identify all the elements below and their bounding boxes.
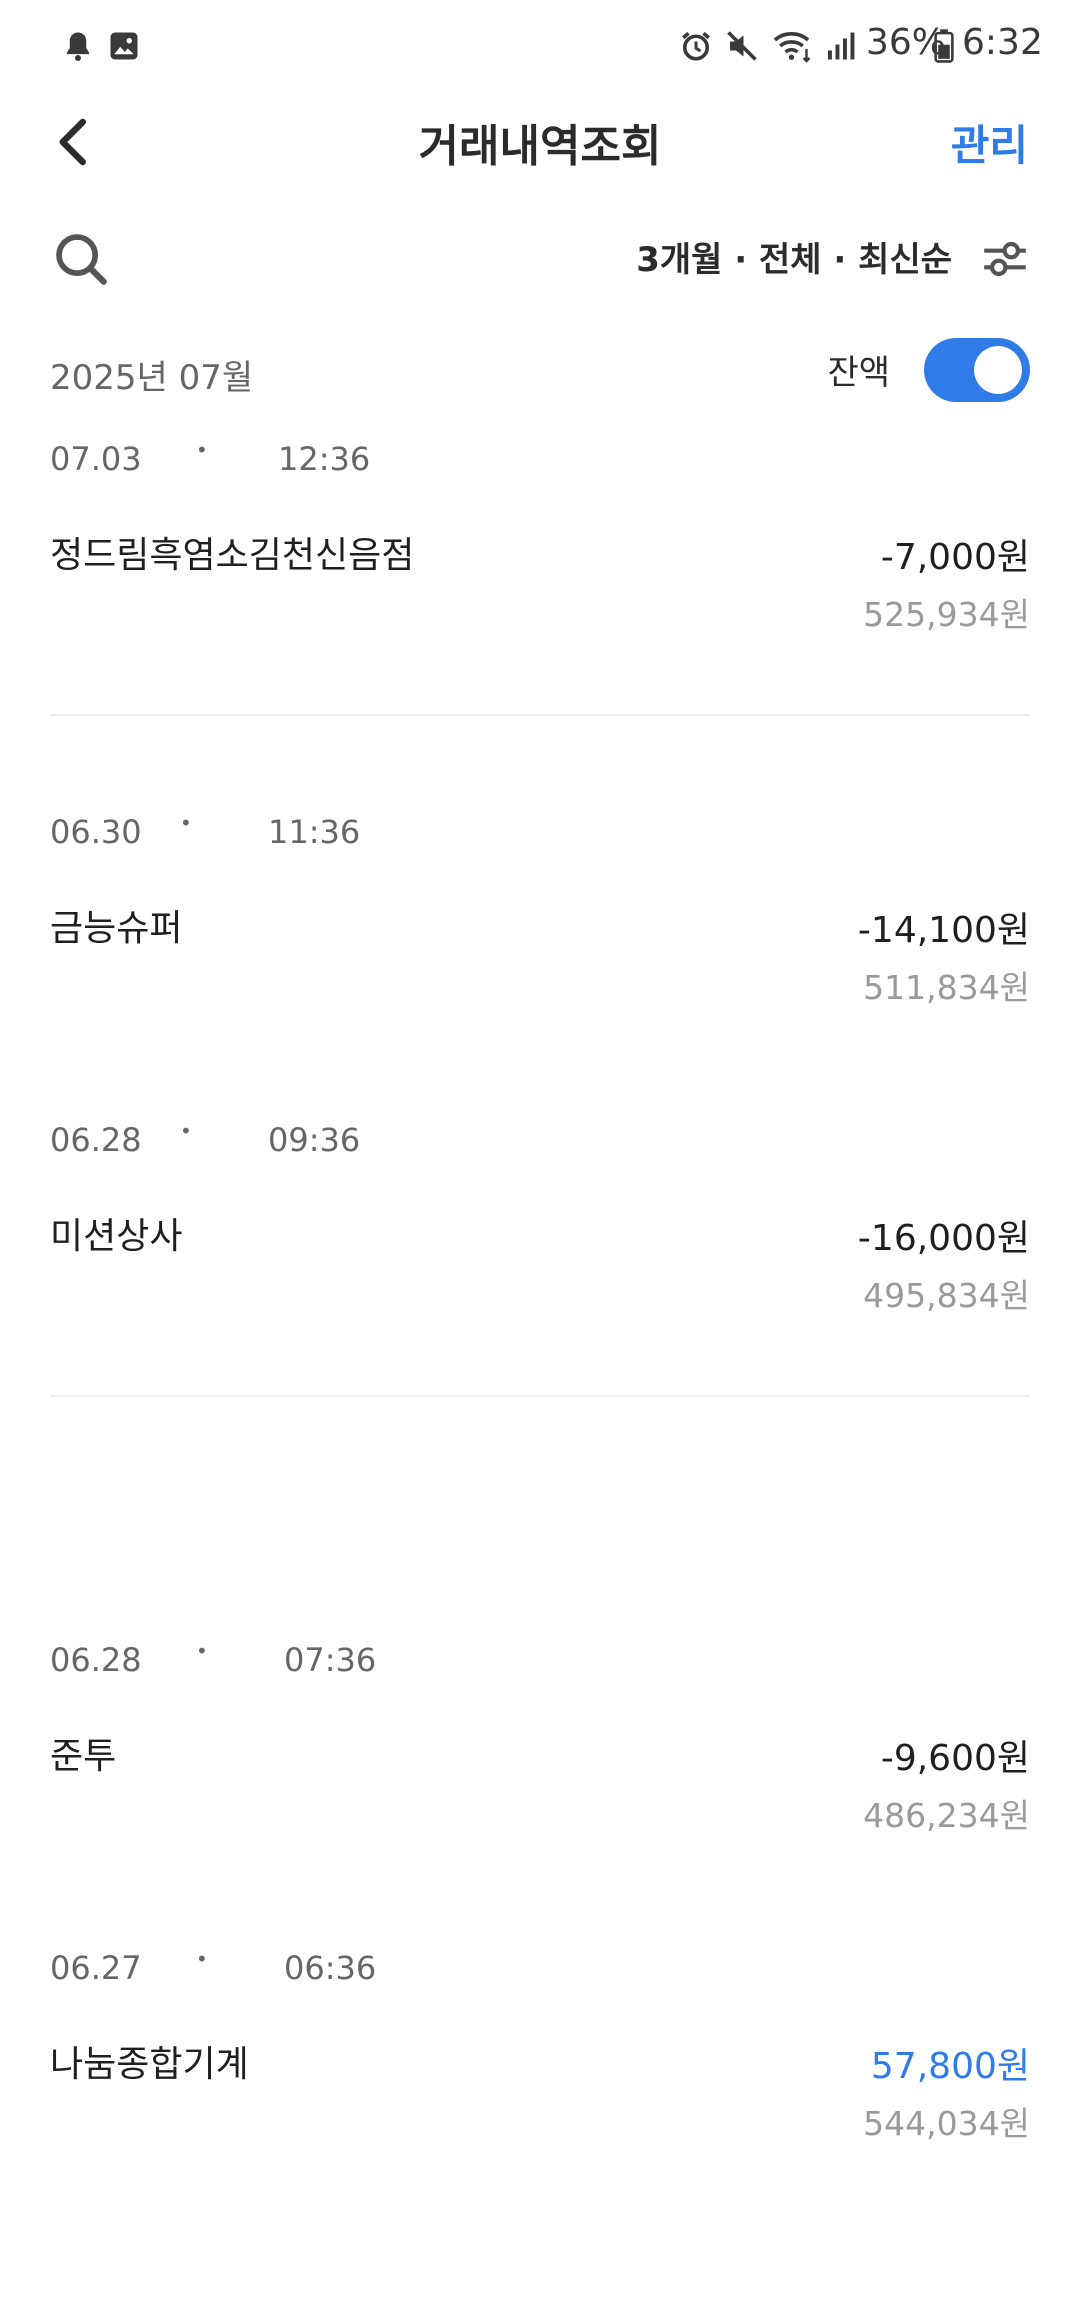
transaction-time: 12:36 <box>278 440 371 478</box>
transaction-balance: 544,034원 <box>863 2104 1030 2143</box>
transaction-merchant: 준투 <box>50 1736 117 1777</box>
transaction-amount: -16,000원 <box>857 1218 1030 1259</box>
transaction-merchant: 나눔종합기계 <box>50 2044 249 2085</box>
transaction-merchant: 정드림흑염소김천신음점 <box>50 535 415 576</box>
filter-summary[interactable]: 3개월 · 전체 · 최신순 <box>636 232 952 281</box>
signal-icon <box>828 32 855 60</box>
separator-dot: • <box>180 1119 192 1143</box>
transaction-amount: -9,600원 <box>880 1738 1030 1779</box>
transaction-date: 06.28 <box>50 1121 142 1159</box>
divider <box>50 714 1030 716</box>
alarm-icon <box>682 31 710 61</box>
separator-dot: • <box>180 811 192 835</box>
battery-icon <box>934 29 954 63</box>
divider <box>50 1395 1030 1397</box>
transaction-balance: 511,834원 <box>863 968 1030 1007</box>
transaction-date: 06.27 <box>50 1949 142 1987</box>
clock: 6:32 <box>962 22 1043 63</box>
balance-toggle-switch[interactable] <box>924 338 1030 402</box>
gallery-icon <box>110 32 138 60</box>
notification-bell-icon <box>66 32 90 61</box>
filter-settings-icon[interactable] <box>980 234 1030 284</box>
transaction-merchant: 미션상사 <box>50 1216 183 1257</box>
transaction-time: 06:36 <box>284 1949 377 1987</box>
mute-icon <box>727 31 757 61</box>
separator-dot: • <box>196 438 208 462</box>
transaction-balance: 525,934원 <box>863 595 1030 634</box>
wifi-icon <box>773 32 811 63</box>
manage-button[interactable]: 관리 <box>951 112 1028 173</box>
separator-dot: • <box>196 1947 208 1971</box>
transaction-balance: 495,834원 <box>863 1276 1030 1315</box>
transaction-amount: -7,000원 <box>880 537 1030 578</box>
transaction-time: 11:36 <box>268 813 361 851</box>
transaction-date: 07.03 <box>50 440 142 478</box>
transaction-merchant: 금능슈퍼 <box>50 908 183 949</box>
search-icon[interactable] <box>50 228 112 290</box>
transaction-time: 09:36 <box>268 1121 361 1159</box>
page-title: 거래내역조회 <box>418 121 662 172</box>
separator-dot: • <box>196 1639 208 1663</box>
transaction-time: 07:36 <box>284 1641 377 1679</box>
balance-toggle-label: 잔액 <box>827 353 890 393</box>
transaction-date: 06.28 <box>50 1641 142 1679</box>
status-bar: 36% 6:32 <box>0 0 1080 90</box>
transaction-balance: 486,234원 <box>863 1796 1030 1835</box>
month-header: 2025년 07월 <box>50 358 254 398</box>
transaction-amount: -14,100원 <box>857 910 1030 951</box>
toggle-knob <box>974 346 1022 394</box>
transaction-date: 06.30 <box>50 813 142 851</box>
transaction-amount: 57,800원 <box>870 2046 1030 2087</box>
